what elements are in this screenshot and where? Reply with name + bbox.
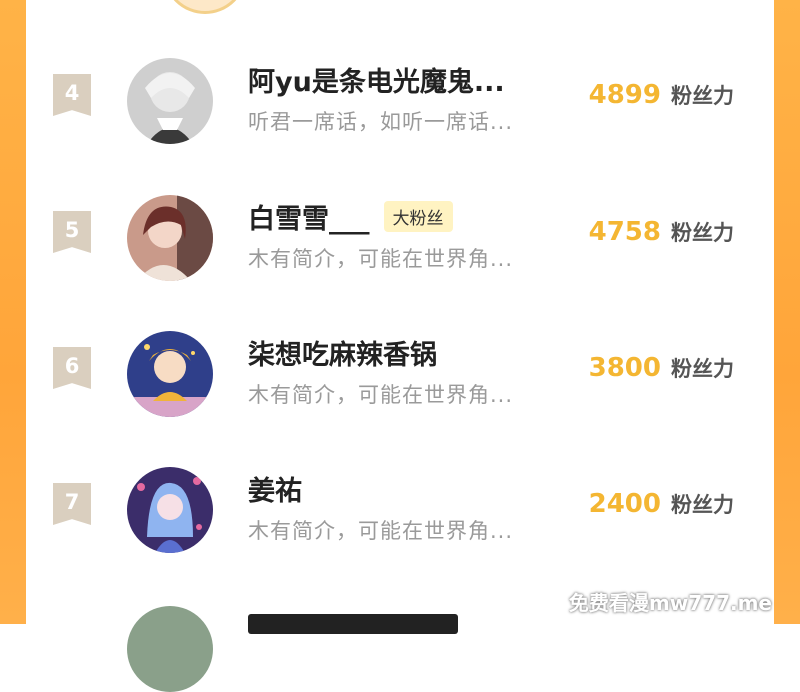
list-item[interactable]: 4 阿yu是条电光魔鬼... 听君一席话，如听一席话... 4899 粉丝力 bbox=[26, 44, 774, 154]
ranking-card: 4 阿yu是条电光魔鬼... 听君一席话，如听一席话... 4899 粉丝力 5 bbox=[26, 0, 774, 692]
user-description: 听君一席话，如听一席话... bbox=[248, 110, 514, 134]
user-description: 木有简介，可能在世界角... bbox=[248, 519, 514, 543]
user-name[interactable]: 柒想吃麻辣香锅 bbox=[248, 333, 437, 372]
rank-badge: 7 bbox=[53, 483, 91, 525]
list-item[interactable]: 5 白雪雪___ 大粉丝 木有简介，可能在世界角... 4758 粉丝力 bbox=[26, 181, 774, 291]
fans-count: 4899 bbox=[588, 80, 661, 110]
avatar[interactable] bbox=[127, 606, 213, 692]
fans-label: 粉丝力 bbox=[671, 357, 734, 381]
right-orange-border bbox=[774, 0, 800, 624]
rank-badge: 4 bbox=[53, 74, 91, 116]
avatar[interactable] bbox=[127, 467, 213, 553]
rank-badge: 5 bbox=[53, 211, 91, 253]
user-description: 木有简介，可能在世界角... bbox=[248, 247, 514, 271]
avatar[interactable] bbox=[127, 195, 213, 281]
list-item[interactable]: 6 柒想吃麻辣香锅 木有简介，可能在世界角... 3800 粉丝力 bbox=[26, 317, 774, 427]
left-orange-border bbox=[0, 0, 26, 624]
user-name[interactable]: 白雪雪___ bbox=[248, 197, 370, 236]
user-name[interactable]: 阿yu是条电光魔鬼... bbox=[248, 60, 505, 99]
user-description: 木有简介，可能在世界角... bbox=[248, 383, 514, 407]
fan-badge: 大粉丝 bbox=[383, 201, 453, 232]
avatar[interactable] bbox=[127, 331, 213, 417]
fans-label: 粉丝力 bbox=[671, 493, 734, 517]
fans-label: 粉丝力 bbox=[671, 221, 734, 245]
rank-badge: 6 bbox=[53, 347, 91, 389]
list-item[interactable]: 7 姜祐 木有简介，可能在世界角... 2400 粉丝力 bbox=[26, 453, 774, 563]
avatar bbox=[163, 0, 247, 14]
fans-count: 4758 bbox=[588, 217, 661, 247]
fans-label: 粉丝力 bbox=[671, 84, 734, 108]
user-name bbox=[248, 614, 458, 634]
watermark-text: 免费看漫mw777.me bbox=[568, 591, 772, 615]
user-name[interactable]: 姜祐 bbox=[248, 469, 302, 508]
fans-count: 2400 bbox=[588, 489, 661, 519]
fans-count: 3800 bbox=[588, 353, 661, 383]
avatar[interactable] bbox=[127, 58, 213, 144]
